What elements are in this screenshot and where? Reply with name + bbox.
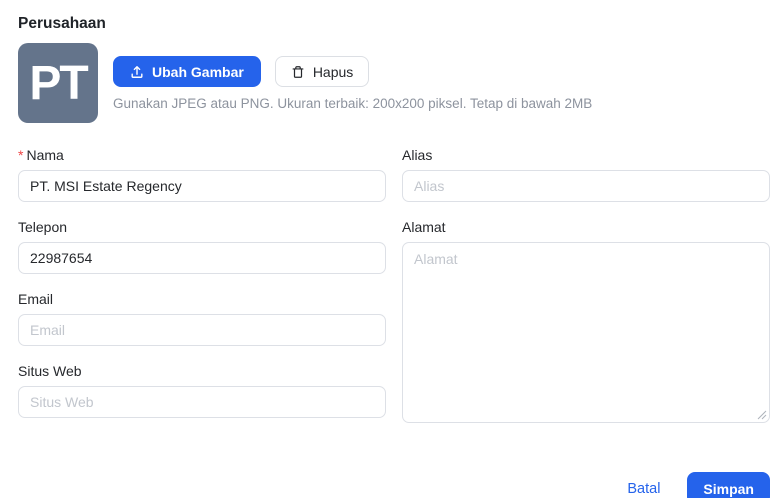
form-footer: Batal Simpan: [18, 472, 770, 498]
situs-web-input[interactable]: [18, 386, 386, 418]
upload-image-button[interactable]: Ubah Gambar: [113, 56, 261, 87]
field-alias: Alias: [402, 147, 770, 202]
upload-image-label: Ubah Gambar: [152, 63, 244, 80]
field-telepon: Telepon: [18, 219, 386, 274]
nama-label: * Nama: [18, 147, 64, 163]
required-asterisk: *: [18, 147, 24, 163]
alias-label: Alias: [402, 147, 433, 163]
image-requirements-hint: Gunakan JPEG atau PNG. Ukuran terbaik: 2…: [113, 96, 593, 111]
logo-section: PT Ubah Gambar Hapus Gunakan JPEG atau P…: [18, 43, 770, 123]
email-label: Email: [18, 291, 54, 307]
company-logo-initials: PT: [29, 56, 88, 110]
company-form: *Nama Telepon Email Situs Web Alias: [18, 147, 770, 440]
alamat-label: Alamat: [402, 219, 446, 235]
cancel-button[interactable]: Batal: [627, 481, 660, 497]
field-nama: * Nama: [18, 147, 386, 202]
upload-icon: [131, 65, 143, 78]
situs-web-label: Situs Web: [18, 363, 82, 379]
email-input[interactable]: [18, 314, 386, 346]
field-alamat: Alamat: [402, 219, 770, 423]
telepon-label: Telepon: [18, 219, 68, 235]
field-situs-web: Situs Web: [18, 363, 386, 418]
page-title: Perusahaan: [18, 15, 106, 32]
delete-image-button[interactable]: Hapus: [274, 56, 370, 87]
company-settings-page: Perusahaan PT Ubah Gambar Hapus Gunakan …: [0, 0, 782, 498]
textarea-resize-handle[interactable]: [757, 410, 767, 420]
delete-image-label: Hapus: [312, 63, 354, 80]
nama-input[interactable]: [18, 170, 386, 202]
alamat-textarea[interactable]: [402, 242, 770, 423]
telepon-input[interactable]: [18, 242, 386, 274]
save-button[interactable]: Simpan: [687, 472, 770, 498]
company-logo-avatar: PT: [18, 43, 98, 123]
form-right-column: Alias Alamat: [402, 147, 770, 440]
trash-icon: [292, 65, 304, 78]
field-email: Email: [18, 291, 386, 346]
form-left-column: *Nama Telepon Email Situs Web: [18, 147, 386, 440]
alias-input[interactable]: [402, 170, 770, 202]
logo-actions: Ubah Gambar Hapus Gunakan JPEG atau PNG.…: [113, 43, 592, 123]
